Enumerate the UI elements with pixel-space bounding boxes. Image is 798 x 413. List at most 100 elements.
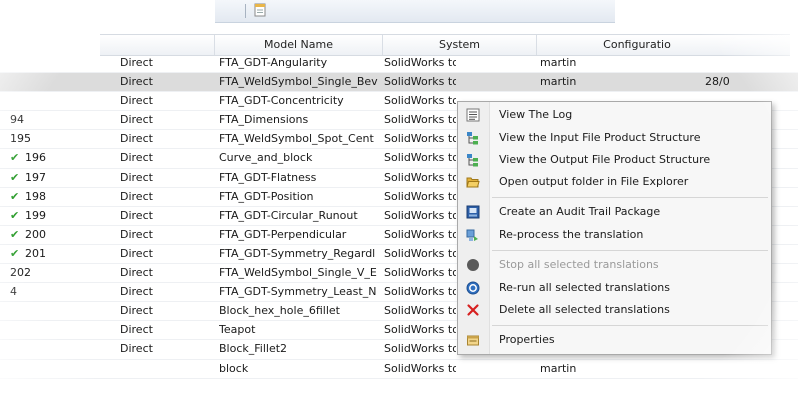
context-menu: View The Log View the Input File Product… <box>457 101 772 355</box>
success-check-icon: ✔ <box>10 170 20 184</box>
menu-label: Re-process the translation <box>499 228 644 241</box>
row-system: SolidWorks to <box>384 266 456 280</box>
header-model-name[interactable]: Model Name <box>215 35 383 55</box>
row-type: Direct <box>120 304 153 318</box>
stop-icon <box>467 259 479 271</box>
row-model-name: FTA_Dimensions <box>219 113 309 127</box>
tree-structure-icon <box>467 154 478 167</box>
row-user: martin <box>540 75 577 89</box>
menu-item-rerun-selected[interactable]: Re-run all selected translations <box>458 277 771 299</box>
row-system: SolidWorks to <box>384 170 456 184</box>
row-id-cell: ✔ 196 <box>10 149 68 167</box>
row-type: Direct <box>120 246 153 260</box>
row-type: Direct <box>120 227 153 241</box>
row-user: martin <box>540 56 577 69</box>
row-system: SolidWorks to <box>384 151 456 165</box>
menu-item-delete-selected[interactable]: Delete all selected translations <box>458 299 771 321</box>
success-check-icon: ✔ <box>10 151 20 165</box>
row-id-cell: ✔ 198 <box>10 188 68 206</box>
success-check-icon: ✔ <box>10 189 20 203</box>
row-system: SolidWorks to JT <box>384 361 456 375</box>
row-id-cell: 195 <box>10 130 68 148</box>
row-system: SolidWorks to <box>384 189 456 203</box>
menu-item-properties[interactable]: Properties <box>458 329 771 351</box>
rerun-icon <box>466 281 480 295</box>
row-model-name: block <box>219 361 249 375</box>
menu-label: View The Log <box>499 108 573 121</box>
row-system: SolidWorks to JT <box>384 342 456 356</box>
table-row[interactable]: Direct FTA_WeldSymbol_Single_Bev SolidWork… <box>0 73 798 93</box>
menu-item-stop-selected: Stop all selected translations <box>458 254 771 276</box>
row-type: Direct <box>120 208 153 222</box>
row-system: SolidWorks to <box>384 246 456 260</box>
row-system: SolidWorks to <box>384 227 456 241</box>
row-model-name: FTA_GDT-Symmetry_Regardl <box>219 246 376 260</box>
toolbar <box>215 0 615 23</box>
row-type: Direct <box>120 342 153 356</box>
row-type: Direct <box>120 266 153 280</box>
row-id: 196 <box>25 151 46 165</box>
success-check-icon: ✔ <box>10 246 20 260</box>
row-model-name: FTA_GDT-Position <box>219 189 314 203</box>
menu-separator <box>492 325 768 326</box>
row-system: SolidWorks to JT <box>384 323 456 337</box>
properties-icon <box>467 335 479 346</box>
menu-label: View the Output File Product Structure <box>499 153 711 166</box>
row-model-name: FTA_WeldSymbol_Single_V_E <box>219 266 377 280</box>
table-row[interactable]: block SolidWorks to JT martin <box>0 360 798 379</box>
row-model-name: Teapot <box>219 323 256 337</box>
menu-item-create-audit-trail[interactable]: Create an Audit Trail Package <box>458 201 771 223</box>
row-id-cell: ✔ 197 <box>10 169 68 187</box>
menu-label: Re-run all selected translations <box>499 281 671 294</box>
row-id-cell: 94 <box>10 111 68 129</box>
row-system: SolidWorks to <box>384 285 456 299</box>
row-model-name: FTA_GDT-Perpendicular <box>219 227 347 241</box>
header-configuration[interactable]: Configuratio <box>537 35 737 55</box>
menu-item-open-output-folder[interactable]: Open output folder in File Explorer <box>458 171 771 193</box>
row-type: Direct <box>120 170 153 184</box>
success-check-icon: ✔ <box>10 227 20 241</box>
header-cell-blank[interactable] <box>100 35 215 55</box>
row-system: SolidWorks to <box>384 94 456 108</box>
open-folder-icon <box>466 177 480 188</box>
row-system: SolidWorks to JT <box>384 75 456 89</box>
row-system: SolidWorks to <box>384 113 456 127</box>
menu-item-view-input-structure[interactable]: View the Input File Product Structure <box>458 127 771 149</box>
log-icon <box>466 108 480 122</box>
menu-label: Stop all selected translations <box>499 258 659 271</box>
audit-package-icon <box>466 205 480 219</box>
tree-structure-icon <box>467 132 478 145</box>
row-type: Direct <box>120 56 153 69</box>
menu-item-reprocess[interactable]: Re-process the translation <box>458 224 771 246</box>
row-id-cell: 4 <box>10 283 68 301</box>
row-model-name: FTA_GDT-Symmetry_Least_N <box>219 285 377 299</box>
row-model-name: FTA_GDT-Circular_Runout <box>219 208 358 222</box>
success-check-icon: ✔ <box>10 208 20 222</box>
table-row[interactable]: Direct FTA_GDT-Angularity SolidWorks to JT… <box>0 54 798 74</box>
menu-separator <box>492 250 768 251</box>
row-system: SolidWorks to JT <box>384 56 456 69</box>
row-type: Direct <box>120 75 153 89</box>
row-type: Direct <box>120 113 153 127</box>
menu-label: Properties <box>499 333 555 346</box>
row-model-name: Block_hex_hole_6fillet <box>219 304 340 318</box>
row-model-name: FTA_GDT-Angularity <box>219 56 328 69</box>
header-system[interactable]: System <box>383 35 537 55</box>
row-id: 94 <box>10 113 24 127</box>
row-system: SolidWorks to <box>384 304 456 318</box>
row-type: Direct <box>120 285 153 299</box>
document-icon[interactable] <box>253 3 267 17</box>
row-id: 202 <box>10 266 31 280</box>
row-id: 4 <box>10 285 17 299</box>
row-model-name: FTA_WeldSymbol_Spot_Cent <box>219 132 374 146</box>
row-user: martin <box>540 361 577 375</box>
row-id: 201 <box>25 246 46 260</box>
menu-item-view-output-structure[interactable]: View the Output File Product Structure <box>458 149 771 171</box>
row-model-name: FTA_WeldSymbol_Single_Bev <box>219 75 378 89</box>
row-id: 200 <box>25 227 46 241</box>
menu-label: Create an Audit Trail Package <box>499 205 661 218</box>
row-model-name: Curve_and_block <box>219 151 313 165</box>
delete-icon <box>467 304 479 316</box>
menu-item-view-log[interactable]: View The Log <box>458 104 771 126</box>
row-type: Direct <box>120 132 153 146</box>
